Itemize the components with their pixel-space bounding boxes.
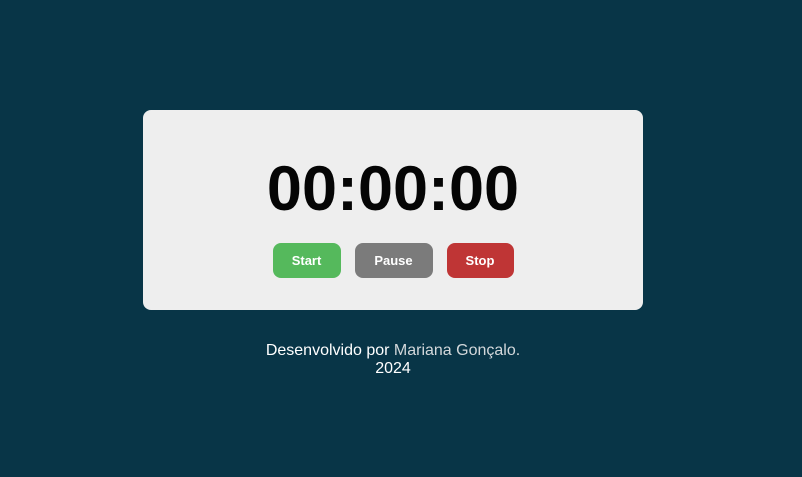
footer-year: 2024 [375,360,411,377]
footer-credit: Desenvolvido por Mariana Gonçalo. [0,342,786,360]
start-button[interactable]: Start [272,243,341,278]
timer-display: 00:00:00 [266,154,520,224]
footer: Desenvolvido por Mariana Gonçalo. 2024 [0,342,786,378]
stop-button[interactable]: Stop [446,243,514,278]
footer-author: Mariana Gonçalo. [393,342,521,359]
timer-controls: Start Pause Stop [0,243,786,278]
pause-button[interactable]: Pause [354,243,433,278]
footer-prefix: Desenvolvido por [265,342,390,359]
